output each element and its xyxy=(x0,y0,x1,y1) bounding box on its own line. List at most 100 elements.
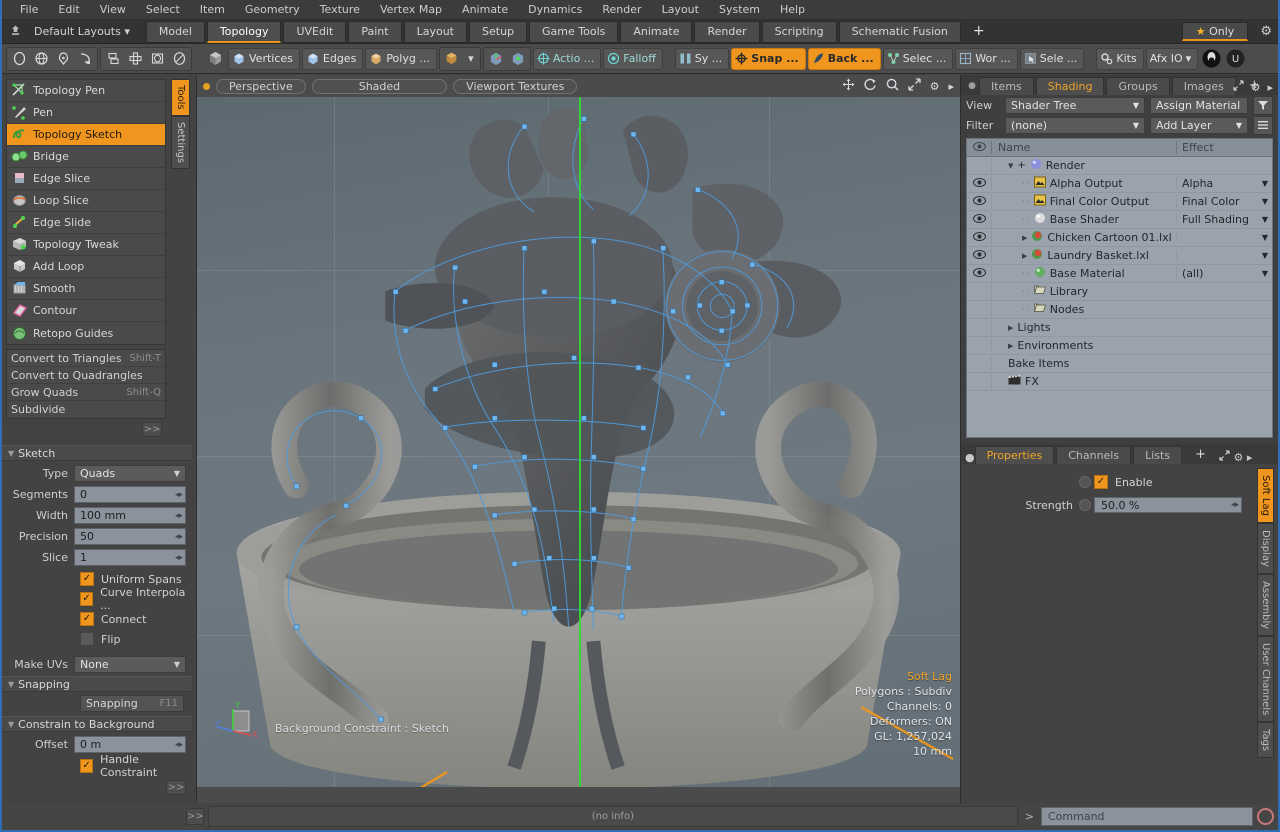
make-uvs-select[interactable]: None ▼ xyxy=(74,656,186,673)
layout-tab-uvedit[interactable]: UVEdit xyxy=(283,21,346,43)
chevron-down-icon[interactable]: ▼ xyxy=(1262,197,1268,206)
tool-item-edge-slice[interactable]: Edge Slice xyxy=(7,168,165,190)
square-in-box-icon[interactable] xyxy=(146,48,168,70)
center-icon[interactable] xyxy=(507,48,529,70)
home-icon[interactable] xyxy=(2,24,28,40)
select-through-button[interactable]: Selec ... xyxy=(883,48,954,70)
tool-item-edge-slide[interactable]: Edge Slide xyxy=(7,212,165,234)
viewport-textures-button[interactable]: Viewport Textures xyxy=(453,79,577,94)
gear-icon[interactable]: ⚙ xyxy=(930,80,940,93)
shader-tree-row[interactable]: ▶Environments xyxy=(967,337,1272,355)
selection-mode-vertices[interactable]: Vertices xyxy=(228,48,300,70)
tool-item-topology-tweak[interactable]: Topology Tweak xyxy=(7,234,165,256)
chevron-down-icon[interactable]: ▾ xyxy=(463,48,479,70)
checkbox[interactable]: ✓ xyxy=(80,572,94,586)
zoom-icon[interactable] xyxy=(886,78,899,94)
tool-item-topology-pen[interactable]: Topology Pen xyxy=(7,80,165,102)
globe-icon[interactable] xyxy=(30,48,52,70)
eye-icon[interactable] xyxy=(967,250,991,262)
command-grow-quads[interactable]: Grow QuadsShift-Q xyxy=(7,384,165,401)
tab-groups[interactable]: Groups xyxy=(1106,77,1169,95)
panel-menu-icon[interactable]: ● xyxy=(965,77,979,95)
enable-checkbox[interactable]: ✓ xyxy=(1094,475,1108,489)
tool-item-pen[interactable]: Pen xyxy=(7,102,165,124)
gear-icon[interactable]: ⚙ xyxy=(1251,81,1261,94)
spinner-icon[interactable]: ◂▸ xyxy=(1231,500,1238,510)
tab-images[interactable]: Images xyxy=(1172,77,1236,95)
expand-icon[interactable] xyxy=(1219,451,1230,464)
right-vtab-display[interactable]: Display xyxy=(1257,523,1274,574)
spinner-icon[interactable]: ◂▸ xyxy=(175,511,182,521)
menu-item-vertex-map[interactable]: Vertex Map xyxy=(370,0,452,20)
menu-item-animate[interactable]: Animate xyxy=(452,0,518,20)
list-icon[interactable] xyxy=(1253,116,1273,135)
circle-icon[interactable] xyxy=(8,48,30,70)
chevron-right-icon[interactable]: ▸ xyxy=(1247,451,1253,464)
spinner-icon[interactable]: ◂▸ xyxy=(175,490,182,500)
chevron-down-icon[interactable]: ▼ xyxy=(1262,269,1268,278)
right-vtab-assembly[interactable]: Assembly xyxy=(1257,574,1274,636)
add-layer-icon[interactable]: + xyxy=(1017,160,1025,171)
snapping-button[interactable]: Snapping F11 xyxy=(80,695,184,712)
shader-tree-row[interactable]: ··Library xyxy=(967,283,1272,301)
chevron-down-icon[interactable]: ▼ xyxy=(1262,215,1268,224)
lasso-icon[interactable] xyxy=(74,48,96,70)
shader-tree-row[interactable]: ▼+Render xyxy=(967,157,1272,175)
constrain-section-header[interactable]: ▼ Constrain to Background xyxy=(2,716,192,732)
shader-tree-row[interactable]: ▶Laundry Basket.lxl▼ xyxy=(967,247,1272,265)
record-icon[interactable] xyxy=(1257,808,1274,825)
add-layer-button[interactable]: Add Layer ▼ xyxy=(1150,117,1248,134)
symmetry-button[interactable]: Sy ... xyxy=(675,48,729,70)
material-cube-icon[interactable] xyxy=(441,48,463,70)
eye-icon[interactable] xyxy=(967,196,991,208)
strength-channel-dot[interactable] xyxy=(1079,499,1091,511)
layout-tab-schematic-fusion[interactable]: Schematic Fusion xyxy=(839,21,961,43)
checkbox[interactable]: ✓ xyxy=(80,612,94,626)
tool-list-expand-button[interactable]: >> xyxy=(142,422,162,437)
shader-tree-row-effect[interactable]: Alpha▼ xyxy=(1176,177,1272,190)
viewport-shading-button[interactable]: Shaded xyxy=(312,79,447,94)
eye-icon[interactable] xyxy=(967,178,991,190)
snapping-section-header[interactable]: ▼ Snapping xyxy=(2,676,192,692)
expand-icon[interactable] xyxy=(908,78,921,94)
rotate-icon[interactable] xyxy=(864,78,877,94)
shader-tree-row[interactable]: ▶Lights xyxy=(967,319,1272,337)
action-center-button[interactable]: Actio ... xyxy=(533,48,601,70)
pen-icon[interactable] xyxy=(52,48,74,70)
shader-tree-row[interactable]: FX xyxy=(967,373,1272,391)
right-vtab-soft-lag[interactable]: Soft Lag xyxy=(1257,468,1274,523)
eye-icon[interactable] xyxy=(967,214,991,226)
shader-tree-row-effect[interactable]: Full Shading▼ xyxy=(1176,213,1272,226)
command-input[interactable]: Command xyxy=(1041,807,1253,826)
layout-tab-render[interactable]: Render xyxy=(694,21,759,43)
menu-item-item[interactable]: Item xyxy=(190,0,235,20)
chevron-right-icon[interactable]: ▶ xyxy=(1008,342,1013,350)
tool-item-bridge[interactable]: Bridge xyxy=(7,146,165,168)
background-constraint-button[interactable]: Back ... xyxy=(808,48,881,70)
menu-item-dynamics[interactable]: Dynamics xyxy=(518,0,592,20)
layout-tab-model[interactable]: Model xyxy=(146,21,205,43)
chevron-down-icon[interactable]: ▼ xyxy=(1008,162,1013,170)
shader-tree-select[interactable]: Shader Tree ▼ xyxy=(1005,97,1145,114)
prism-icon[interactable] xyxy=(102,48,124,70)
shader-tree-row[interactable]: ▶Chicken Cartoon 01.lxl▼ xyxy=(967,229,1272,247)
tool-item-loop-slice[interactable]: Loop Slice xyxy=(7,190,165,212)
plus-box-icon[interactable] xyxy=(124,48,146,70)
snap-button[interactable]: Snap ... xyxy=(731,48,805,70)
chevron-down-icon[interactable]: ▼ xyxy=(1262,251,1268,260)
tab-channels[interactable]: Channels xyxy=(1056,446,1131,464)
selection-set-button[interactable]: Sele ... xyxy=(1020,48,1085,70)
checkbox[interactable]: ✓ xyxy=(80,632,94,646)
shader-tree-row-effect[interactable]: Final Color▼ xyxy=(1176,195,1272,208)
item-mode-icon[interactable] xyxy=(204,48,226,70)
right-vtab-tags[interactable]: Tags xyxy=(1257,722,1274,758)
layout-tab-animate[interactable]: Animate xyxy=(620,21,692,43)
shader-tree-row[interactable]: ··Nodes xyxy=(967,301,1272,319)
chevron-right-icon[interactable]: ▸ xyxy=(1267,81,1273,94)
layout-tab-scripting[interactable]: Scripting xyxy=(762,21,837,43)
afx-io-button[interactable]: Afx IO ▾ xyxy=(1146,48,1198,70)
sketch-precision-field[interactable]: 50◂▸ xyxy=(74,528,186,545)
strength-field[interactable]: 50.0 % ◂▸ xyxy=(1094,497,1242,513)
chevron-right-icon[interactable]: ▶ xyxy=(1022,234,1027,242)
right-vtab-user-channels[interactable]: User Channels xyxy=(1257,636,1274,722)
